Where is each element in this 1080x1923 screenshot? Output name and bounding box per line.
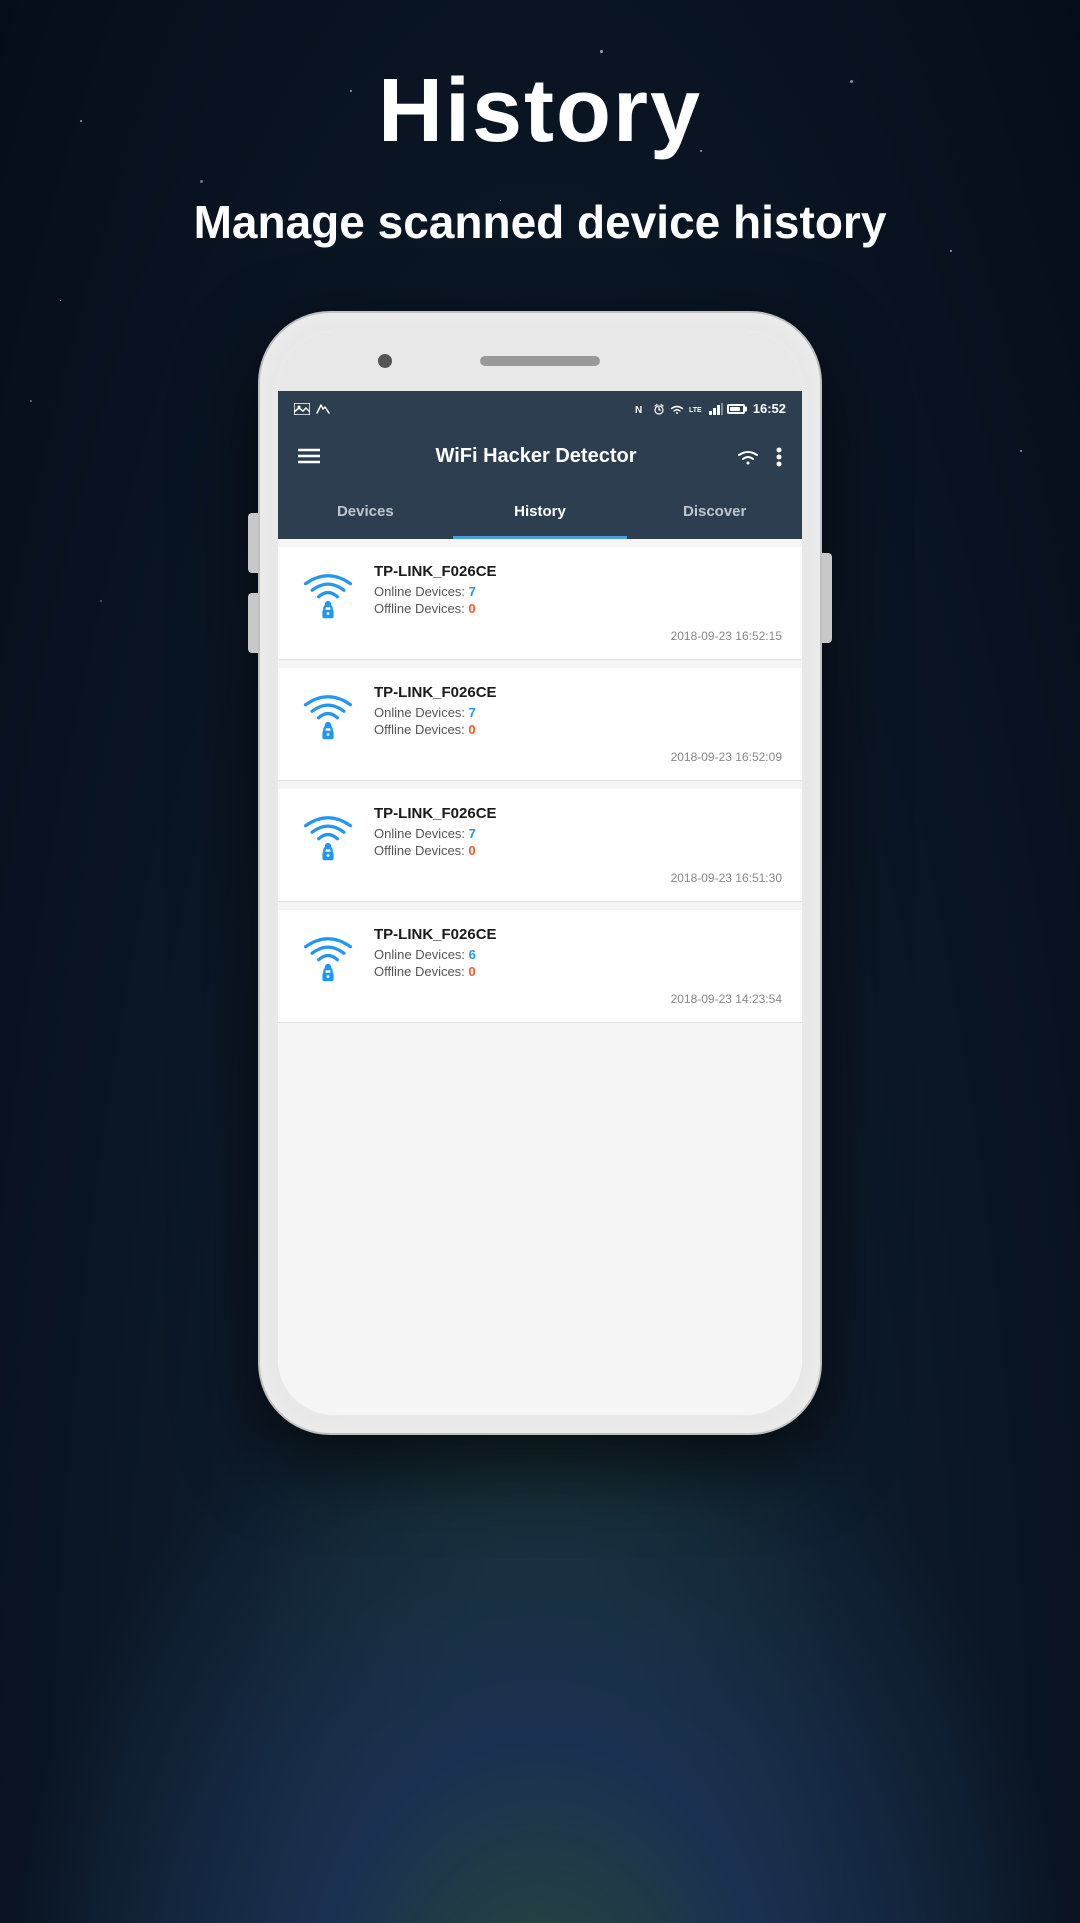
status-bar: N — [278, 391, 802, 427]
signal-bars-icon — [709, 403, 723, 415]
history-item[interactable]: TP-LINK_F026CE Online Devices: 7 Offline… — [278, 668, 802, 781]
tab-history[interactable]: History — [453, 487, 628, 539]
svg-text:LTE: LTE — [689, 407, 702, 414]
tab-discover[interactable]: Discover — [627, 487, 802, 539]
status-left — [294, 403, 330, 415]
network-name: TP-LINK_F026CE — [374, 563, 782, 580]
wifi-network-icon — [298, 684, 358, 744]
timestamp: 2018-09-23 16:52:09 — [298, 750, 782, 764]
wifi-network-icon — [298, 926, 358, 986]
status-time: 16:52 — [753, 401, 786, 416]
online-count-row: Online Devices: 7 — [374, 705, 782, 720]
online-count-row: Online Devices: 6 — [374, 947, 782, 962]
battery-icon — [727, 404, 745, 414]
offline-count-row: Offline Devices: 0 — [374, 722, 782, 737]
tabs-bar: Devices History Discover — [278, 487, 802, 539]
history-item-details: TP-LINK_F026CE Online Devices: 6 Offline… — [374, 926, 782, 981]
alarm-icon — [653, 403, 665, 415]
page-subtitle: Manage scanned device history — [0, 193, 1080, 253]
app-bar: WiFi Hacker Detector — [278, 427, 802, 487]
more-options-icon[interactable] — [776, 447, 782, 467]
timestamp: 2018-09-23 14:23:54 — [298, 992, 782, 1006]
notification-status-icon — [316, 403, 330, 415]
phone-inner: N — [278, 331, 802, 1415]
history-item[interactable]: TP-LINK_F026CE Online Devices: 7 Offline… — [278, 547, 802, 660]
offline-count: 0 — [468, 722, 475, 737]
image-status-icon — [294, 403, 310, 415]
wifi-status-icon — [669, 403, 685, 415]
history-item[interactable]: TP-LINK_F026CE Online Devices: 6 Offline… — [278, 910, 802, 1023]
timestamp: 2018-09-23 16:52:15 — [298, 629, 782, 643]
app-title: WiFi Hacker Detector — [336, 445, 736, 468]
offline-count-row: Offline Devices: 0 — [374, 964, 782, 979]
phone-outer: N — [260, 313, 820, 1433]
online-count: 6 — [469, 947, 476, 962]
network-name: TP-LINK_F026CE — [374, 805, 782, 822]
online-count: 7 — [469, 584, 476, 599]
history-item-details: TP-LINK_F026CE Online Devices: 7 Offline… — [374, 684, 782, 739]
offline-count-row: Offline Devices: 0 — [374, 601, 782, 616]
phone-top-bar — [278, 331, 802, 391]
history-item-details: TP-LINK_F026CE Online Devices: 7 Offline… — [374, 805, 782, 860]
history-item-details: TP-LINK_F026CE Online Devices: 7 Offline… — [374, 563, 782, 618]
wifi-network-icon — [298, 563, 358, 623]
front-camera — [378, 354, 392, 368]
network-name: TP-LINK_F026CE — [374, 926, 782, 943]
offline-count: 0 — [468, 964, 475, 979]
network-name: TP-LINK_F026CE — [374, 684, 782, 701]
offline-count: 0 — [468, 601, 475, 616]
history-content[interactable]: TP-LINK_F026CE Online Devices: 7 Offline… — [278, 539, 802, 1415]
online-count-row: Online Devices: 7 — [374, 584, 782, 599]
speaker-grill — [480, 356, 600, 366]
status-right: N — [635, 401, 786, 416]
online-count: 7 — [469, 705, 476, 720]
hamburger-menu-icon[interactable] — [298, 444, 320, 470]
svg-text:N: N — [635, 405, 642, 415]
page-header: History Manage scanned device history — [0, 0, 1080, 253]
phone-mockup: N — [0, 313, 1080, 1433]
timestamp: 2018-09-23 16:51:30 — [298, 871, 782, 885]
wifi-network-icon — [298, 805, 358, 865]
wifi-icon-appbar[interactable] — [736, 447, 760, 467]
nfc-icon: N — [635, 403, 649, 415]
page-title: History — [0, 60, 1080, 163]
offline-count-row: Offline Devices: 0 — [374, 843, 782, 858]
online-count-row: Online Devices: 7 — [374, 826, 782, 841]
app-bar-actions — [736, 447, 782, 467]
tab-devices[interactable]: Devices — [278, 487, 453, 539]
online-count: 7 — [469, 826, 476, 841]
lte-icon: LTE — [689, 403, 705, 415]
phone-screen: N — [278, 391, 802, 1415]
offline-count: 0 — [468, 843, 475, 858]
history-item[interactable]: TP-LINK_F026CE Online Devices: 7 Offline… — [278, 789, 802, 902]
